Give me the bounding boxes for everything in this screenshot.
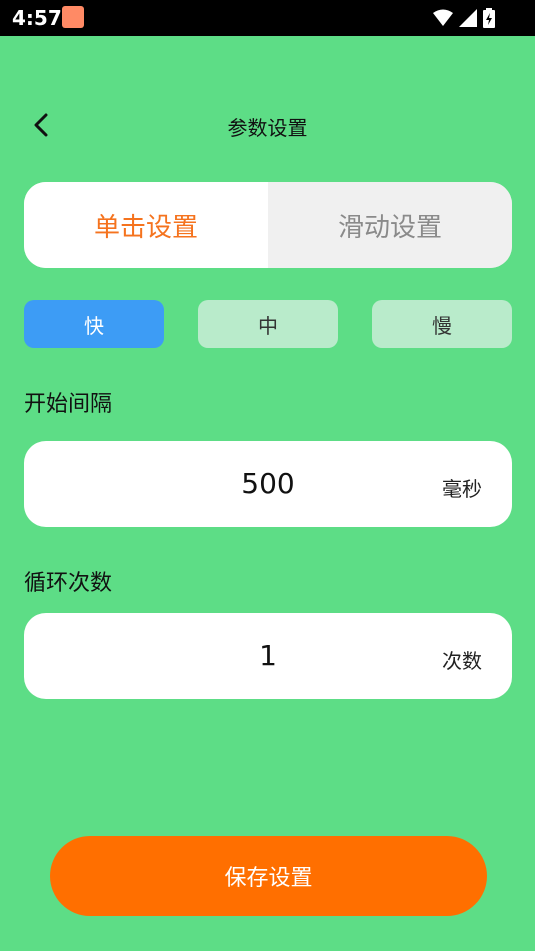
- start-interval-unit: 毫秒: [442, 477, 482, 501]
- speed-slow-button[interactable]: 慢: [372, 300, 512, 348]
- status-bar: 4:57: [0, 0, 535, 36]
- page-title: 参数设置: [227, 116, 308, 140]
- save-settings-button[interactable]: 保存设置: [50, 836, 487, 916]
- signal-icon: [459, 9, 477, 27]
- loop-count-value[interactable]: 1: [24, 639, 512, 672]
- battery-icon: [483, 8, 495, 28]
- loop-count-unit: 次数: [442, 649, 482, 673]
- start-interval-value[interactable]: 500: [24, 467, 512, 500]
- start-interval-field[interactable]: 500 毫秒: [24, 441, 512, 527]
- tab-click-settings[interactable]: 单击设置: [24, 182, 268, 268]
- tab-swipe-settings[interactable]: 滑动设置: [268, 182, 512, 268]
- speed-fast-button[interactable]: 快: [24, 300, 164, 348]
- speed-medium-button[interactable]: 中: [198, 300, 338, 348]
- status-time: 4:57: [12, 6, 62, 30]
- speed-selector: 快 中 慢: [24, 300, 512, 348]
- loop-count-field[interactable]: 1 次数: [24, 613, 512, 699]
- start-interval-label: 开始间隔: [24, 392, 113, 417]
- app-notification-icon: [62, 6, 84, 28]
- loop-count-label: 循环次数: [24, 571, 113, 596]
- wifi-icon: [433, 9, 453, 26]
- title-bar: 参数设置: [0, 100, 535, 150]
- mode-tabs: 单击设置 滑动设置: [24, 182, 512, 268]
- status-icons: [433, 8, 495, 28]
